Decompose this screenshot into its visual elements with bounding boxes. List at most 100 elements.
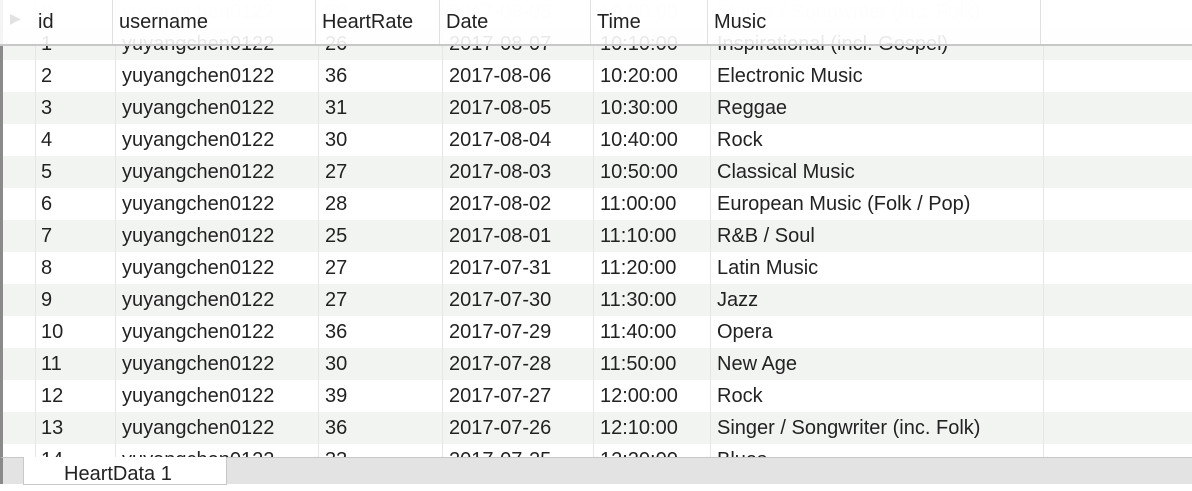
row-selector[interactable] [3, 284, 36, 316]
row-selector[interactable] [3, 380, 36, 412]
cell-username[interactable]: yuyangchen0122 [116, 124, 319, 156]
cell-id[interactable]: 12 [35, 380, 116, 412]
cell-username[interactable]: yuyangchen0122 [116, 92, 319, 124]
cell-username[interactable]: yuyangchen0122 [116, 316, 319, 348]
row-selector[interactable] [3, 316, 36, 348]
cell-id[interactable]: 10 [35, 316, 116, 348]
cell-time[interactable]: 10:20:00 [594, 60, 711, 92]
table-row[interactable]: 3 yuyangchen0122 31 2017-08-05 10:30:00 Regga… [3, 92, 1192, 124]
cell-music[interactable]: R&B / Soul [711, 220, 1044, 252]
cell-date[interactable]: 2017-07-31 [443, 252, 594, 284]
table-row[interactable]: 8 yuyangchen0122 27 2017-07-31 11:20:00 Latin… [3, 252, 1192, 284]
cell-username[interactable]: yuyangchen0122 [116, 348, 319, 380]
table-row[interactable]: 6 yuyangchen0122 28 2017-08-02 11:00:00 Europ… [3, 188, 1192, 220]
cell-heartrate[interactable]: 39 [319, 380, 443, 412]
row-selector[interactable] [3, 412, 36, 444]
cell-time[interactable]: 11:20:00 [594, 252, 711, 284]
column-header-date[interactable]: Date [440, 0, 591, 44]
cell-date[interactable]: 2017-08-05 [443, 92, 594, 124]
cell-username[interactable]: yuyangchen0122 [116, 156, 319, 188]
cell-music[interactable]: New Age [711, 348, 1044, 380]
cell-music[interactable]: Singer / Songwriter (inc. Folk) [711, 412, 1044, 444]
cell-time[interactable]: 11:00:00 [594, 188, 711, 220]
cell-username[interactable]: yuyangchen0122 [116, 380, 319, 412]
cell-date[interactable]: 2017-07-28 [443, 348, 594, 380]
cell-username[interactable]: yuyangchen0122 [116, 220, 319, 252]
cell-heartrate[interactable]: 27 [319, 284, 443, 316]
cell-heartrate[interactable]: 30 [319, 348, 443, 380]
cell-heartrate[interactable]: 36 [319, 316, 443, 348]
table-row[interactable]: 11 yuyangchen0122 30 2017-07-28 11:50:00 New … [3, 348, 1192, 380]
cell-time[interactable]: 11:50:00 [594, 348, 711, 380]
cell-time[interactable]: 12:10:00 [594, 412, 711, 444]
row-selector[interactable] [3, 252, 36, 284]
column-header-music[interactable]: Music [708, 0, 1041, 44]
cell-time[interactable]: 12:00:00 [594, 380, 711, 412]
row-selector[interactable] [3, 156, 36, 188]
cell-time[interactable]: 10:40:00 [594, 124, 711, 156]
table-row[interactable]: 5 yuyangchen0122 27 2017-08-03 10:50:00 Class… [3, 156, 1192, 188]
cell-time[interactable]: 11:30:00 [594, 284, 711, 316]
cell-music[interactable]: Latin Music [711, 252, 1044, 284]
cell-id[interactable]: 11 [35, 348, 116, 380]
row-selector[interactable] [3, 124, 36, 156]
cell-time[interactable]: 10:30:00 [594, 92, 711, 124]
cell-id[interactable]: 6 [35, 188, 116, 220]
cell-heartrate[interactable]: 25 [319, 220, 443, 252]
cell-id[interactable]: 4 [35, 124, 116, 156]
cell-id[interactable]: 2 [35, 60, 116, 92]
cell-id[interactable]: 8 [35, 252, 116, 284]
table-row[interactable]: 12 yuyangchen0122 39 2017-07-27 12:00:00 Rock [3, 380, 1192, 412]
cell-date[interactable]: 2017-07-30 [443, 284, 594, 316]
cell-username[interactable]: yuyangchen0122 [116, 412, 319, 444]
table-row[interactable]: 4 yuyangchen0122 30 2017-08-04 10:40:00 Rock [3, 124, 1192, 156]
cell-username[interactable]: yuyangchen0122 [116, 60, 319, 92]
cell-date[interactable]: 2017-07-26 [443, 412, 594, 444]
cell-time[interactable]: 11:10:00 [594, 220, 711, 252]
cell-heartrate[interactable]: 28 [319, 188, 443, 220]
column-header-username[interactable]: username [113, 0, 316, 44]
cell-date[interactable]: 2017-08-04 [443, 124, 594, 156]
row-selector[interactable] [3, 92, 36, 124]
cell-time[interactable]: 10:50:00 [594, 156, 711, 188]
cell-music[interactable]: Opera [711, 316, 1044, 348]
cell-music[interactable]: European Music (Folk / Pop) [711, 188, 1044, 220]
cell-date[interactable]: 2017-08-06 [443, 60, 594, 92]
cell-music[interactable]: Electronic Music [711, 60, 1044, 92]
cell-username[interactable]: yuyangchen0122 [116, 188, 319, 220]
table-row[interactable]: 9 yuyangchen0122 27 2017-07-30 11:30:00 Jazz [3, 284, 1192, 316]
cell-id[interactable]: 7 [35, 220, 116, 252]
tab-heartdata-1[interactable]: HeartData 1 [23, 457, 227, 485]
cell-heartrate[interactable]: 27 [319, 252, 443, 284]
table-row[interactable]: 13 yuyangchen0122 36 2017-07-26 12:10:00 Sing… [3, 412, 1192, 444]
column-header-heartrate[interactable]: HeartRate [316, 0, 440, 44]
row-selector[interactable] [3, 220, 36, 252]
cell-music[interactable]: Rock [711, 124, 1044, 156]
cell-date[interactable]: 2017-08-01 [443, 220, 594, 252]
cell-date[interactable]: 2017-07-27 [443, 380, 594, 412]
table-row[interactable]: 2 yuyangchen0122 36 2017-08-06 10:20:00 Elect… [3, 60, 1192, 92]
cell-id[interactable]: 13 [35, 412, 116, 444]
cell-username[interactable]: yuyangchen0122 [116, 252, 319, 284]
table-row[interactable]: 7 yuyangchen0122 25 2017-08-01 11:10:00 R&B /… [3, 220, 1192, 252]
cell-heartrate[interactable]: 27 [319, 156, 443, 188]
cell-username[interactable]: yuyangchen0122 [116, 284, 319, 316]
cell-music[interactable]: Reggae [711, 92, 1044, 124]
cell-music[interactable]: Jazz [711, 284, 1044, 316]
column-header-time[interactable]: Time [591, 0, 708, 44]
cell-id[interactable]: 9 [35, 284, 116, 316]
cell-date[interactable]: 2017-08-03 [443, 156, 594, 188]
cell-date[interactable]: 2017-07-29 [443, 316, 594, 348]
row-selector[interactable] [3, 188, 36, 220]
column-header-id[interactable]: id [32, 0, 113, 44]
row-selector[interactable] [3, 60, 36, 92]
cell-heartrate[interactable]: 36 [319, 60, 443, 92]
row-selector[interactable] [3, 348, 36, 380]
cell-music[interactable]: Rock [711, 380, 1044, 412]
cell-heartrate[interactable]: 36 [319, 412, 443, 444]
cell-time[interactable]: 11:40:00 [594, 316, 711, 348]
cell-date[interactable]: 2017-08-02 [443, 188, 594, 220]
cell-music[interactable]: Classical Music [711, 156, 1044, 188]
cell-heartrate[interactable]: 31 [319, 92, 443, 124]
cell-heartrate[interactable]: 30 [319, 124, 443, 156]
